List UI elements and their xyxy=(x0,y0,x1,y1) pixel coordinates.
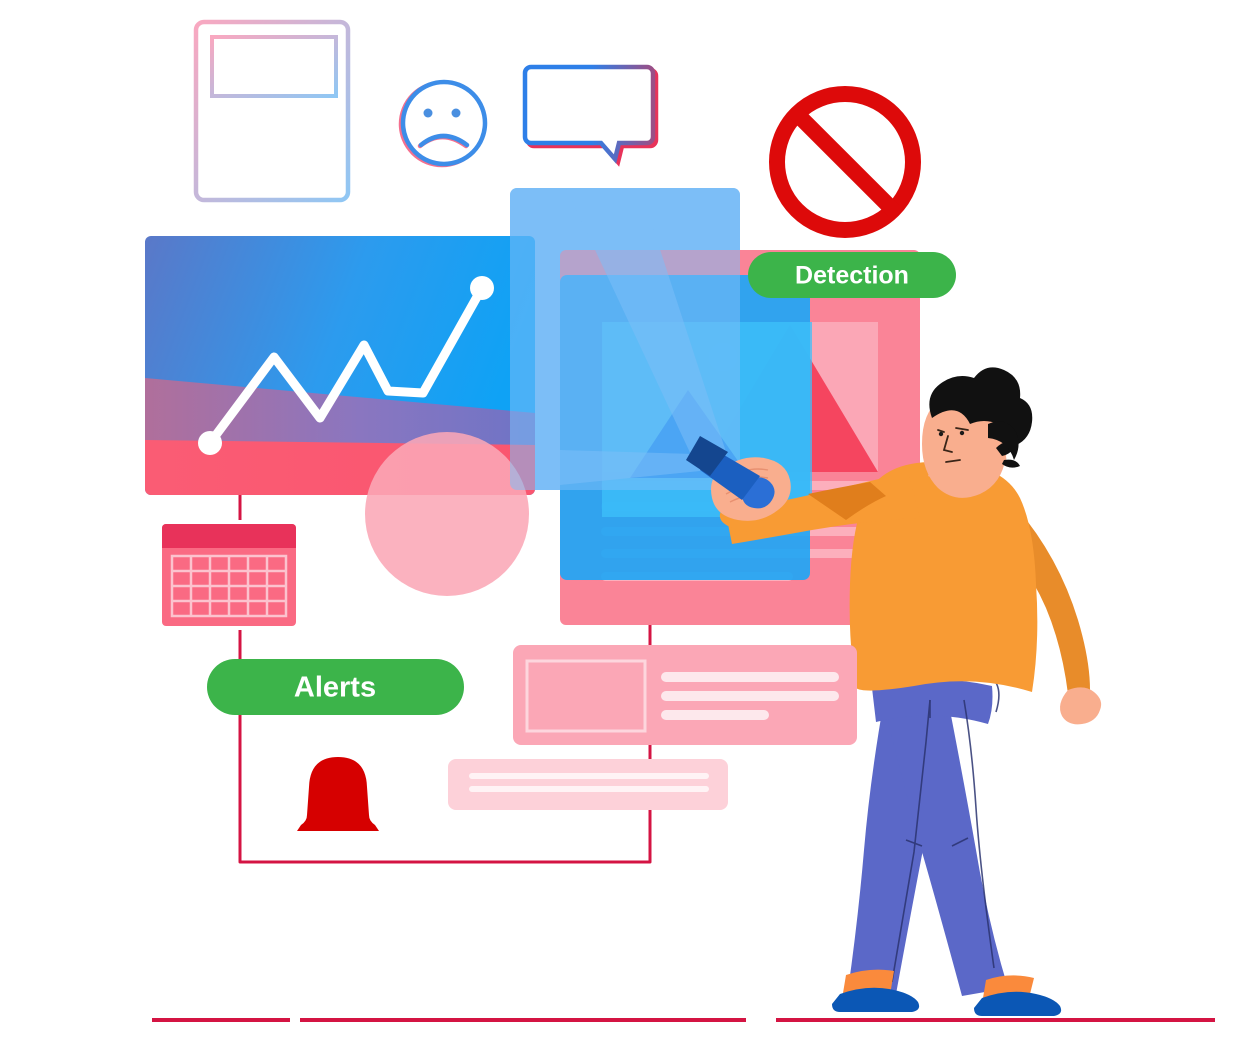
prohibition-sign-icon xyxy=(769,86,921,238)
list-card-with-thumbnail xyxy=(513,645,857,745)
wide-text-card xyxy=(448,759,728,810)
far-hand xyxy=(1060,687,1102,725)
speech-bubble-icon xyxy=(522,64,659,167)
detection-badge[interactable]: Detection xyxy=(748,252,956,298)
sad-face-icon xyxy=(398,79,488,168)
detection-badge-label: Detection xyxy=(795,262,909,290)
document-outline-icon xyxy=(193,19,351,203)
legs xyxy=(848,675,1008,996)
alert-bell-icon xyxy=(297,757,379,831)
pink-circle-decoration xyxy=(365,432,529,596)
illustration-scene: Detection Alerts xyxy=(0,0,1250,1042)
alerts-badge-label: Alerts xyxy=(294,672,376,704)
chart-point-start xyxy=(198,431,222,455)
alerts-badge[interactable]: Alerts xyxy=(207,659,464,715)
calendar-icon xyxy=(162,524,296,626)
card-thumbnail xyxy=(525,659,647,733)
chart-point-end xyxy=(470,276,494,300)
